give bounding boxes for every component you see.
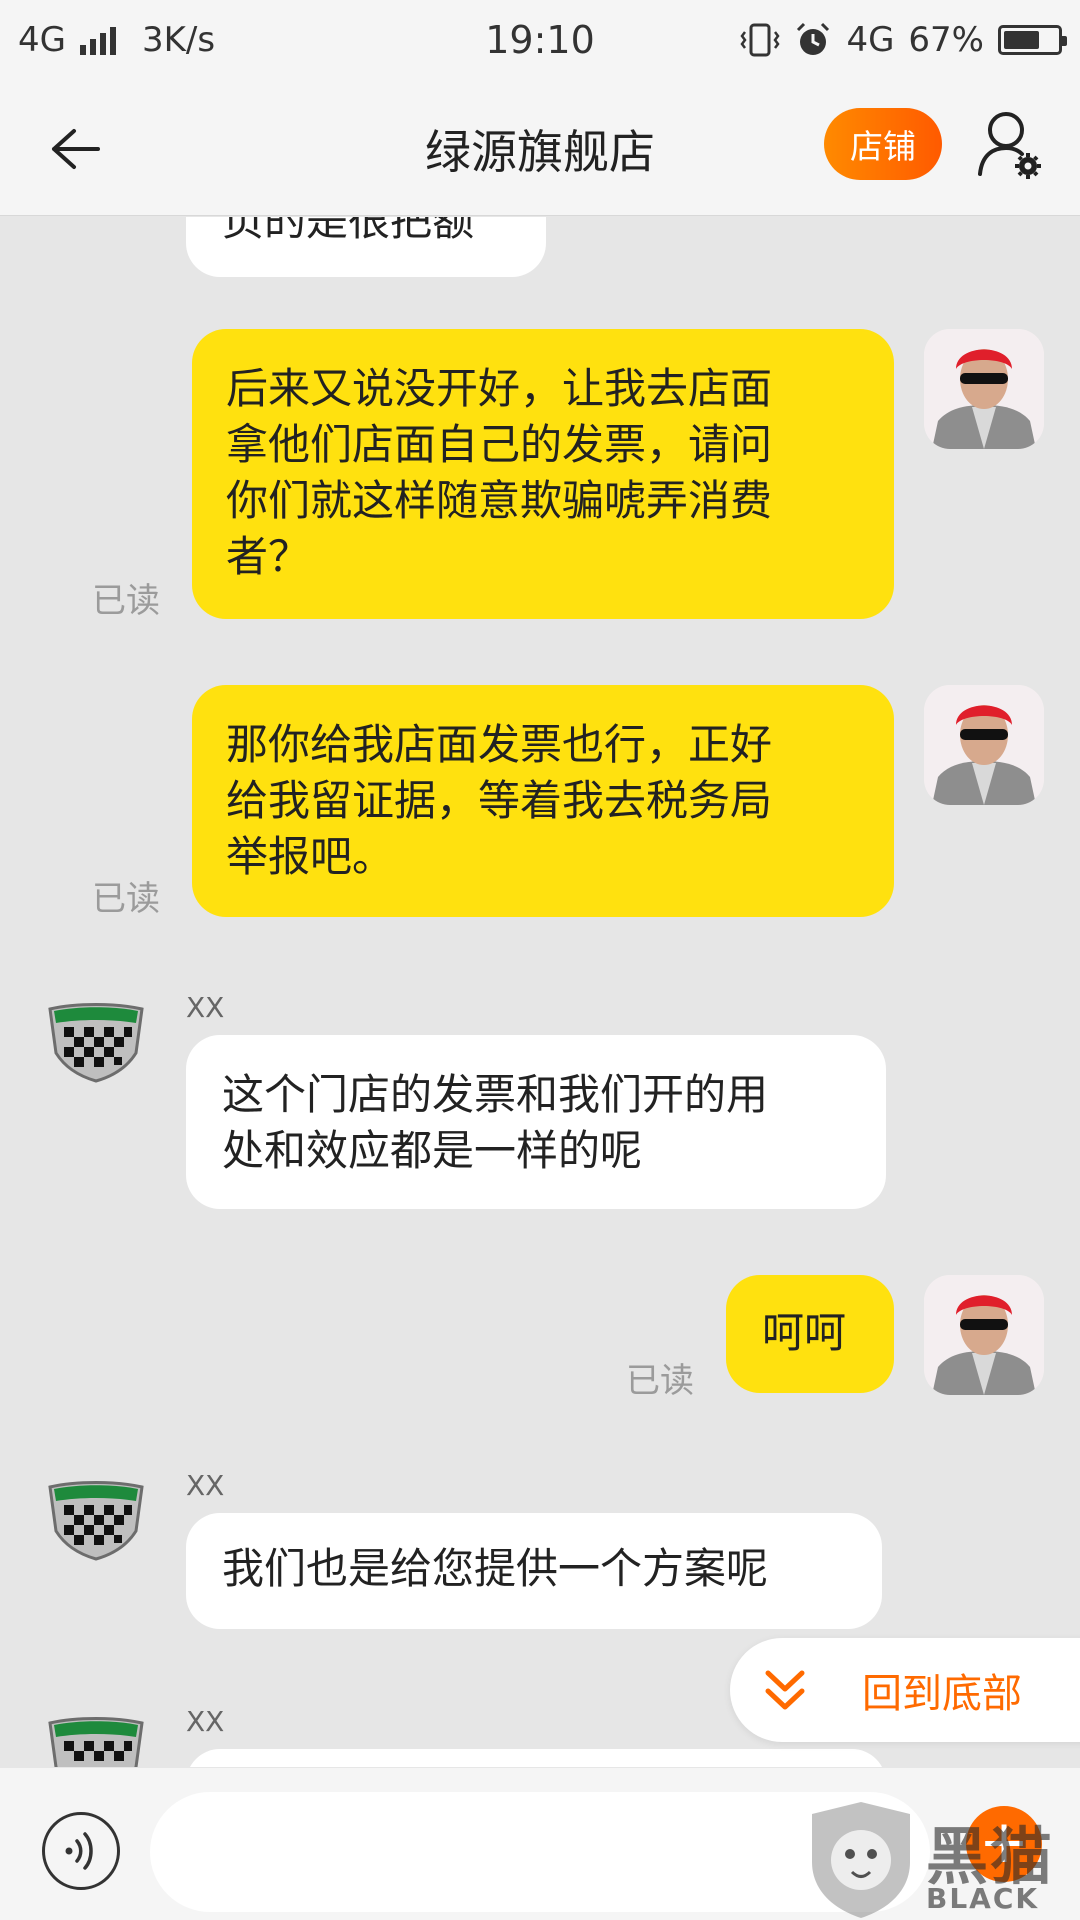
- battery-percent: 67%: [908, 20, 984, 60]
- status-right: 4G 67%: [740, 20, 1067, 60]
- message-bubble-self: 那你给我店面发票也行，正好 给我留证据，等着我去税务局 举报吧。: [192, 685, 894, 917]
- shop-avatar[interactable]: [46, 1003, 146, 1083]
- sender-name: XX: [186, 991, 225, 1024]
- luyuan-logo-icon: [48, 1481, 144, 1561]
- read-receipt: 已读: [92, 581, 160, 621]
- message-text: 页的是很把额: [222, 217, 475, 245]
- message-bubble-partial: 页的是很把额: [186, 217, 546, 277]
- network-speed: 3K/s: [141, 20, 216, 60]
- user-settings-icon: [978, 112, 1041, 179]
- message-line: 后来又说没开好，让我去店面: [226, 364, 773, 413]
- message-bubble-self: 后来又说没开好，让我去店面 拿他们店面自己的发票，请问 你们就这样随意欺骗唬弄消…: [192, 329, 894, 619]
- status-left: 4G 3K/s: [18, 20, 215, 60]
- battery-icon: [998, 25, 1067, 55]
- message-line: 呵呵: [762, 1308, 847, 1357]
- message-bubble-self: 呵呵: [726, 1275, 894, 1393]
- user-avatar[interactable]: [924, 685, 1044, 805]
- message-line: 拿他们店面自己的发票，请问: [226, 420, 773, 469]
- message-line: 你们就这样随意欺骗唬弄消费: [226, 476, 773, 525]
- network-type: 4G: [18, 20, 66, 60]
- status-bar: 4G 3K/s 19:10 4G 67%: [0, 0, 1080, 80]
- back-button[interactable]: [40, 114, 110, 184]
- message-line: 那你给我店面发票也行，正好: [226, 720, 773, 769]
- chat-area[interactable]: 页的是很把额 已读 后来又说没开好，让我去店面 拿他们店面自己的发票，请问 你们…: [0, 217, 1080, 1767]
- jump-to-bottom-label: 回到底部: [862, 1671, 1022, 1717]
- alarm-icon: [797, 22, 830, 55]
- nav-bar: 绿源旗舰店 店铺: [0, 80, 1080, 216]
- luyuan-logo-icon: [48, 1717, 144, 1767]
- user-settings-button[interactable]: [976, 108, 1056, 188]
- message-line: 处和效应都是一样的呢: [222, 1126, 643, 1175]
- shop-button[interactable]: 店铺: [824, 108, 942, 180]
- read-receipt: 已读: [92, 879, 160, 919]
- shop-avatar[interactable]: [46, 1481, 146, 1561]
- message-line: 这个门店的发票和我们开的用: [222, 1070, 769, 1119]
- message-input[interactable]: [150, 1792, 930, 1912]
- message-bubble-other: [186, 1749, 886, 1767]
- double-chevron-down-icon: [765, 1670, 805, 1710]
- message-line: 者？: [226, 532, 311, 581]
- signal-icon: [79, 25, 116, 55]
- message-bubble-other: 我们也是给您提供一个方案呢: [186, 1513, 882, 1629]
- shop-avatar[interactable]: [46, 1717, 146, 1767]
- message-line: 举报吧。: [226, 832, 395, 881]
- vibrate-icon: [740, 23, 780, 57]
- message-line: 我们也是给您提供一个方案呢: [222, 1544, 769, 1593]
- voice-button[interactable]: [42, 1812, 120, 1890]
- sender-name: XX: [186, 1469, 225, 1502]
- network-type-right: 4G: [846, 20, 895, 60]
- input-bar: +: [0, 1768, 1080, 1920]
- add-button[interactable]: +: [966, 1806, 1042, 1882]
- back-arrow-icon: [52, 129, 100, 169]
- message-bubble-other: 这个门店的发票和我们开的用 处和效应都是一样的呢: [186, 1035, 886, 1209]
- voice-wave-icon: [65, 1832, 93, 1870]
- jump-to-bottom-button[interactable]: 回到底部: [730, 1638, 1080, 1742]
- luyuan-logo-icon: [48, 1003, 144, 1083]
- user-avatar[interactable]: [924, 329, 1044, 449]
- read-receipt: 已读: [626, 1361, 694, 1401]
- sender-name: XX: [186, 1705, 225, 1738]
- user-avatar[interactable]: [924, 1275, 1044, 1395]
- message-line: 给我留证据，等着我去税务局: [226, 776, 773, 825]
